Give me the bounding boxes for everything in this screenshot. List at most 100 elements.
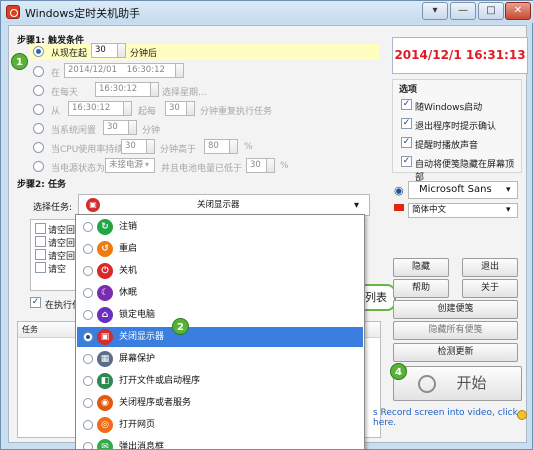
- battery-percent-spin-button[interactable]: [266, 158, 275, 173]
- checkbox-row-label-1: 请空回: [48, 226, 76, 236]
- webpage-radio[interactable]: [83, 420, 93, 430]
- from-now-minutes-input[interactable]: 30: [91, 43, 118, 58]
- cpu-percent-spin-button[interactable]: [229, 139, 238, 154]
- checkbox-row-4[interactable]: [35, 262, 46, 273]
- datetime-spin-button[interactable]: [175, 63, 184, 78]
- check-update-button[interactable]: 检测更新: [393, 343, 518, 362]
- trigger-idle-radio[interactable]: [33, 123, 44, 134]
- info-icon: [517, 410, 527, 420]
- font-select[interactable]: Microsoft Sans: [408, 181, 518, 199]
- sleep-radio[interactable]: [83, 288, 93, 298]
- trigger-daily-radio[interactable]: [33, 85, 44, 96]
- task-option-monitor-off[interactable]: ▣ 关闭显示器: [77, 327, 363, 347]
- repeat-minutes-input[interactable]: 30: [165, 101, 187, 116]
- restart-radio[interactable]: [83, 244, 93, 254]
- message-box-radio[interactable]: [83, 442, 93, 449]
- trigger-repeat-radio[interactable]: [33, 104, 44, 115]
- language-select[interactable]: 简体中文: [408, 203, 518, 218]
- open-file-radio[interactable]: [83, 376, 93, 386]
- exit-button[interactable]: 退出: [462, 258, 518, 277]
- task-options-dropdown: ↻ 注销 ↺ 重启 ⏻ 关机 ☾ 休眠 ⌂ 锁定电脑 ▣ 关闭显示器 ▦ 屏幕保…: [75, 214, 365, 450]
- about-button[interactable]: 关于: [462, 279, 518, 298]
- lock-icon: ⌂: [97, 307, 113, 323]
- cpu-minutes-input[interactable]: 30: [121, 139, 148, 154]
- option-label-1: 随Windows启动: [415, 103, 483, 113]
- record-screen-link[interactable]: s Record screen into video, click here.: [373, 408, 526, 428]
- power-label: 当电源状态为: [51, 164, 106, 174]
- dropdown-window-button[interactable]: ▾: [422, 2, 448, 20]
- china-flag-icon: [394, 204, 404, 211]
- idle-label: 当系统闲置: [51, 126, 97, 136]
- task-option-message-box[interactable]: ✉ 弹出消息框: [77, 437, 363, 449]
- option-check-2[interactable]: ✓: [401, 118, 412, 129]
- select-weekday-link[interactable]: 选择星期...: [162, 85, 207, 98]
- task-option-lock[interactable]: ⌂ 锁定电脑: [77, 305, 363, 325]
- option-check-3[interactable]: ✓: [401, 137, 412, 148]
- task-option-webpage[interactable]: ◎ 打开网页: [77, 415, 363, 435]
- create-note-button[interactable]: 创建便笺: [393, 300, 518, 319]
- task-option-label: 屏幕保护: [119, 354, 156, 364]
- step-badge-2: 2: [172, 318, 189, 335]
- shutdown-radio[interactable]: [83, 266, 93, 276]
- hide-all-notes-button[interactable]: 隐藏所有便笺: [393, 321, 518, 340]
- title-bar: Windows定时关机助手 ▾ — □ ✕: [1, 1, 533, 23]
- task-option-logout[interactable]: ↻ 注销: [77, 217, 363, 237]
- checkbox-row-1[interactable]: [35, 223, 46, 234]
- trigger-cpu-radio[interactable]: [33, 142, 44, 153]
- battery-percent-input[interactable]: 30: [246, 158, 268, 173]
- logout-icon: ↻: [97, 219, 113, 235]
- hide-button[interactable]: 隐藏: [393, 258, 449, 277]
- task-option-shutdown[interactable]: ⏻ 关机: [77, 261, 363, 281]
- monitor-off-radio[interactable]: [83, 332, 93, 342]
- task-select[interactable]: ▣ 关闭显示器: [78, 194, 370, 216]
- options-group: 选项 ✓ 随Windows启动 ✓ 退出程序时提示确认 ✓ 提醒时播放声音 ✓ …: [392, 79, 522, 183]
- task-option-restart[interactable]: ↺ 重启: [77, 239, 363, 259]
- start-button[interactable]: 开始: [393, 366, 522, 401]
- task-option-sleep[interactable]: ☾ 休眠: [77, 283, 363, 303]
- options-title: 选项: [399, 85, 418, 95]
- task-option-open-file[interactable]: ◧ 打开文件或启动程序: [77, 371, 363, 391]
- trigger-power-radio[interactable]: [33, 161, 44, 172]
- monitor-off-icon: ▣: [97, 329, 113, 345]
- from-now-spin-button[interactable]: [117, 43, 126, 58]
- screensaver-radio[interactable]: [83, 354, 93, 364]
- trigger-from-now-radio[interactable]: [33, 46, 44, 57]
- lock-radio[interactable]: [83, 310, 93, 320]
- repeat-every-label: 起每: [138, 107, 157, 117]
- checkbox-row-label-3: 请空回: [48, 252, 76, 262]
- help-button[interactable]: 帮助: [393, 279, 449, 298]
- trigger-at-radio[interactable]: [33, 66, 44, 77]
- option-check-1[interactable]: ✓: [401, 99, 412, 110]
- minimize-button[interactable]: —: [450, 2, 476, 20]
- idle-minutes-input[interactable]: 30: [103, 120, 130, 135]
- idle-unit: 分钟: [142, 126, 161, 136]
- cpu-minutes-spin-button[interactable]: [146, 139, 155, 154]
- from-now-unit: 分钟后: [130, 49, 158, 59]
- close-program-radio[interactable]: [83, 398, 93, 408]
- task-option-label: 注销: [119, 222, 138, 232]
- idle-spin-button[interactable]: [128, 120, 137, 135]
- task-option-close-program[interactable]: ◉ 关闭程序或者服务: [77, 393, 363, 413]
- repeat-minutes-spin-button[interactable]: [186, 101, 195, 116]
- repeat-time-spin-button[interactable]: [123, 101, 132, 116]
- datetime-input[interactable]: 2014/12/01 16:30:12: [64, 63, 177, 78]
- daily-spin-button[interactable]: [150, 82, 159, 97]
- moon-icon: ☾: [97, 285, 113, 301]
- checkbox-row-3[interactable]: [35, 249, 46, 260]
- checkbox-row-2[interactable]: [35, 236, 46, 247]
- task-select-chevron-icon: ▾: [354, 200, 360, 211]
- repeat-start-time-input[interactable]: 16:30:12: [68, 101, 125, 116]
- maximize-button[interactable]: □: [478, 2, 504, 20]
- close-window-button[interactable]: ✕: [505, 2, 531, 20]
- close-program-icon: ◉: [97, 395, 113, 411]
- current-time-display: 2014/12/1 16:31:13: [392, 37, 528, 74]
- cpu-percent-input[interactable]: 80: [204, 139, 231, 154]
- execute-checkbox[interactable]: ✓: [30, 297, 41, 308]
- task-option-screensaver[interactable]: ▦ 屏幕保护: [77, 349, 363, 369]
- logout-radio[interactable]: [83, 222, 93, 232]
- open-file-icon: ◧: [97, 373, 113, 389]
- daily-time-input[interactable]: 16:30:12: [95, 82, 152, 97]
- task-option-label: 打开网页: [119, 420, 156, 430]
- option-check-4[interactable]: ✓: [401, 156, 412, 167]
- monitor-off-icon: ▣: [86, 198, 100, 212]
